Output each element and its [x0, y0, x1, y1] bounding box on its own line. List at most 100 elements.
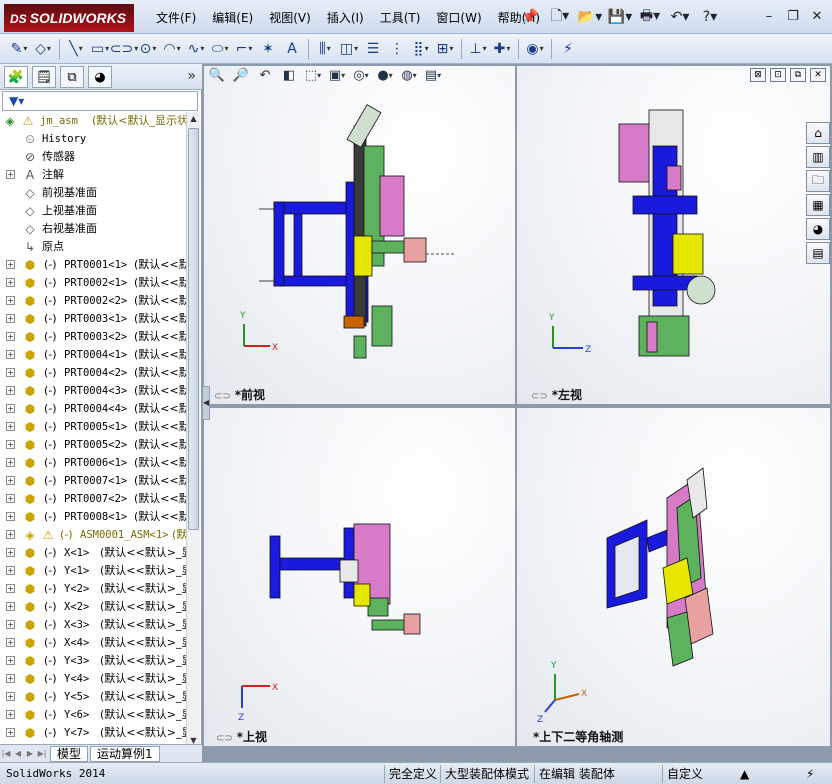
tree-component[interactable]: + ⬢ (-) PRT0008<1> (默认<<默 [0, 508, 186, 526]
tree-item[interactable]: ◇ 前视基准面 [0, 184, 186, 202]
hide-show-icon[interactable]: ◎ [350, 65, 372, 85]
scene-icon[interactable]: ◍ [398, 65, 420, 85]
expand-icon[interactable]: + [6, 368, 15, 377]
open-folder-icon[interactable]: 📂▾ [576, 6, 604, 28]
rebuild-icon[interactable]: ⚡ [806, 765, 814, 783]
trim-icon[interactable]: ⋮ [386, 38, 408, 60]
expand-icon[interactable]: + [6, 476, 15, 485]
first-tab-icon[interactable]: |◀ [0, 747, 12, 761]
expand-icon[interactable]: + [6, 422, 15, 431]
restore-icon[interactable]: ❐ [782, 6, 804, 26]
pin-icon[interactable]: 📌 [516, 6, 544, 28]
undo-icon[interactable]: ↶▾ [666, 6, 694, 28]
zoom-area-icon[interactable]: 🔎 [230, 65, 252, 85]
solidworks-resources-icon[interactable]: ⌂ [806, 122, 830, 144]
spline-icon[interactable]: ∿ [185, 38, 207, 60]
viewport-maximize-icon[interactable]: ⊡ [770, 68, 786, 82]
tree-component[interactable]: + ⬢ (-) PRT0007<1> (默认<<默 [0, 472, 186, 490]
minimize-icon[interactable]: – [758, 6, 780, 26]
view-pane-left[interactable]: Y Z ⊂⊃ *左视 [517, 66, 830, 404]
close-icon[interactable]: ✕ [806, 6, 828, 26]
expand-icon[interactable]: + [6, 656, 15, 665]
menu-file[interactable]: 文件(F) [148, 9, 204, 27]
appearance-icon[interactable]: ● [374, 65, 396, 85]
text-icon[interactable]: A [281, 38, 303, 60]
tree-component[interactable]: + ⬢ (-) PRT0006<1> (默认<<默 [0, 454, 186, 472]
tree-root[interactable]: ◈ ⚠ jm_asm (默认<默认_显示状 [0, 112, 186, 130]
configuration-manager-tab[interactable]: ⧉ [60, 66, 84, 88]
tree-filter[interactable]: ▼▾ [2, 91, 198, 111]
next-tab-icon[interactable]: ▶ [24, 747, 36, 761]
expand-icon[interactable]: + [6, 350, 15, 359]
convert-icon[interactable]: ◫ [338, 38, 360, 60]
expand-icon[interactable]: + [6, 332, 15, 341]
expand-icon[interactable]: + [6, 638, 15, 647]
feature-manager-tab[interactable]: 🧩 [4, 66, 28, 88]
instant2d-icon[interactable]: ⚡ [557, 38, 579, 60]
tree-component[interactable]: + ⬢ (-) PRT0004<3> (默认<<默 [0, 382, 186, 400]
tree-component[interactable]: + ⬢ (-) PRT0003<2> (默认<<默 [0, 328, 186, 346]
expand-icon[interactable]: + [6, 494, 15, 503]
last-tab-icon[interactable]: ▶| [36, 747, 48, 761]
ellipse-icon[interactable]: ⬭ [209, 38, 231, 60]
tree-item[interactable]: ⏲ History [0, 130, 186, 148]
expand-icon[interactable]: + [6, 260, 15, 269]
appearance-tab[interactable]: ◕ [88, 66, 112, 88]
repair-icon[interactable]: ✚ [491, 38, 513, 60]
menu-insert[interactable]: 插入(I) [319, 9, 372, 27]
expand-icon[interactable]: + [6, 692, 15, 701]
view-pane-front[interactable]: Y X ⊂⊃ *前视 [204, 66, 515, 404]
expand-icon[interactable]: + [6, 566, 15, 575]
expand-icon[interactable]: + [6, 404, 15, 413]
pattern-icon[interactable]: ⣿ [410, 38, 432, 60]
save-icon[interactable]: 💾▾ [606, 6, 634, 28]
tree-item[interactable]: ◇ 右视基准面 [0, 220, 186, 238]
expand-icon[interactable]: + [6, 314, 15, 323]
expand-icon[interactable]: + [6, 728, 15, 737]
move-icon[interactable]: ⊞ [434, 38, 456, 60]
view-palette-icon[interactable]: ▦ [806, 194, 830, 216]
expand-icon[interactable]: + [6, 530, 15, 539]
graphics-area[interactable]: 🔍 🔎 ↶ ◧ ⬚ ▣ ◎ ● ◍ ▤ ⊠ ⊡ ⧉ ✕ ⌂ ▥ 🗀 ▦ ◕ ▤ … [202, 64, 832, 762]
tree-component[interactable]: + ⬢ (-) PRT0005<2> (默认<<默 [0, 436, 186, 454]
menu-tools[interactable]: 工具(T) [372, 9, 429, 27]
display-style-icon[interactable]: ▣ [326, 65, 348, 85]
tree-item[interactable]: ◇ 上视基准面 [0, 202, 186, 220]
menu-window[interactable]: 窗口(W) [428, 9, 489, 27]
expand-icon[interactable]: + [6, 278, 15, 287]
view-settings-icon[interactable]: ▤ [422, 65, 444, 85]
tree-component[interactable]: + ⬢ (-) PRT0005<1> (默认<<默 [0, 418, 186, 436]
file-explorer-icon[interactable]: 🗀 [806, 170, 830, 192]
menu-view[interactable]: 视图(V) [261, 9, 319, 27]
tree-component[interactable]: + ⬢ (-) Y<5> (默认<<默认>_显 [0, 688, 186, 706]
tree-component[interactable]: + ⬢ (-) PRT0002<2> (默认<<默 [0, 292, 186, 310]
expand-icon[interactable]: + [6, 674, 15, 683]
point-icon[interactable]: ✶ [257, 38, 279, 60]
rectangle-icon[interactable]: ▭ [89, 38, 111, 60]
expand-icon[interactable]: + [6, 548, 15, 557]
tree-component[interactable]: + ⬢ (-) Y<2> (默认<<默认>_显 [0, 580, 186, 598]
tree-component[interactable]: + ⬢ (-) PRT0004<4> (默认<<默 [0, 400, 186, 418]
status-units[interactable]: 自定义 [662, 765, 707, 783]
tree-component[interactable]: + ⬢ (-) PRT0007<2> (默认<<默 [0, 490, 186, 508]
expand-icon[interactable]: + [6, 458, 15, 467]
scroll-up-icon[interactable]: ▲ [187, 112, 200, 126]
tree-component[interactable]: + ⬢ (-) Y<3> (默认<<默认>_显 [0, 652, 186, 670]
tab-motion-study[interactable]: 运动算例1 [90, 745, 160, 762]
tree-component[interactable]: + ⬢ (-) Y<7> (默认<<默认>_显 [0, 724, 186, 742]
tree-component[interactable]: + ⬢ (-) Y<6> (默认<<默认>_显 [0, 706, 186, 724]
rapid-sketch-icon[interactable]: ◉ [524, 38, 546, 60]
smart-dimension-icon[interactable]: ◇ [32, 38, 54, 60]
new-document-icon[interactable]: 🗋▾ [546, 6, 574, 28]
expand-icon[interactable]: + [6, 386, 15, 395]
viewport-restore-icon[interactable]: ⊠ [750, 68, 766, 82]
expand-icon[interactable]: + [6, 296, 15, 305]
solidworks-logo[interactable]: DS SOLIDWORKS [4, 4, 134, 32]
tree-component[interactable]: + ⬢ (-) PRT0003<1> (默认<<默 [0, 310, 186, 328]
section-view-icon[interactable]: ◧ [278, 65, 300, 85]
design-library-icon[interactable]: ▥ [806, 146, 830, 168]
sketch-icon[interactable]: ✎ [8, 38, 30, 60]
view-pane-isometric[interactable]: Y X Z *上下二等角轴测 [517, 408, 830, 746]
expand-icon[interactable]: + [6, 512, 15, 521]
prev-tab-icon[interactable]: ◀ [12, 747, 24, 761]
